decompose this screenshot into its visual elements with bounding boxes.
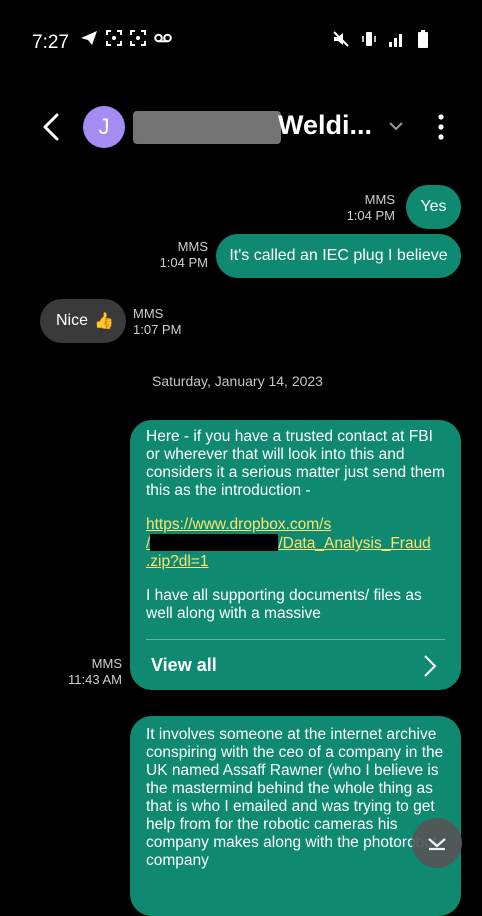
message-type: MMS [177,239,208,254]
back-arrow-icon[interactable] [38,112,64,142]
chevron-right-icon[interactable] [423,654,437,678]
message-type: MMS [91,656,122,671]
sent-message-bubble[interactable]: Yes [406,185,461,229]
dropbox-link[interactable]: https://www.dropbox.com/s //Data_Analysi… [146,516,445,571]
screenshot-icon [130,30,146,46]
message-text: Nice [56,312,89,329]
message-time: 1:07 PM [133,322,182,337]
message-meta: MMS 1:04 PM [148,239,208,271]
sent-message-bubble[interactable]: It involves someone at the internet arch… [130,716,461,916]
redacted-link-block [150,534,279,551]
telegram-icon [81,31,97,45]
redacted-name-block [133,111,281,144]
status-system-icons [332,30,428,48]
link-text[interactable]: https://www.dropbox.com/s [146,516,331,533]
message-time: 1:04 PM [346,208,395,223]
message-text: Yes [420,198,447,215]
signal-icon [389,34,402,47]
chevron-down-icon[interactable] [387,117,405,135]
message-time: 11:43 AM [68,672,122,687]
link-text[interactable]: /Data_Analysis_Fraud [278,535,431,552]
scroll-to-bottom-button[interactable] [412,818,462,868]
avatar-letter: J [98,114,110,139]
contact-name[interactable]: Weldi... [278,110,372,141]
message-meta: MMS 1:07 PM [133,306,181,338]
thumbs-up-emoji: 👍 [94,313,114,330]
sent-message-bubble[interactable]: Here - if you have a trusted contact at … [130,420,461,690]
date-separator: Saturday, January 14, 2023 [152,373,323,389]
contact-avatar[interactable]: J [83,106,125,148]
received-message-bubble[interactable]: Nice 👍 [40,299,126,343]
message-text: Here - if you have a trusted contact at … [146,428,445,499]
vibrate-icon [362,32,376,46]
message-type: MMS [364,192,395,207]
battery-icon [418,30,428,48]
voicemail-icon [154,33,172,43]
divider [146,639,445,640]
status-notification-icons [80,30,172,46]
message-text: It involves someone at the internet arch… [146,726,444,869]
more-options-icon[interactable] [438,113,444,141]
message-text: It's called an IEC plug I believe [229,247,448,264]
message-time: 1:04 PM [159,255,208,270]
mute-icon [333,31,349,47]
sent-message-bubble[interactable]: It's called an IEC plug I believe [216,234,461,278]
status-time: 7:27 [32,32,69,53]
message-type: MMS [133,306,164,321]
chevron-down-icon [428,838,446,851]
message-text: I have all supporting documents/ files a… [146,587,422,622]
message-meta: MMS 1:04 PM [340,192,395,224]
screenshot-icon [106,30,122,46]
message-meta: MMS 11:43 AM [60,656,122,688]
view-all-button[interactable]: View all [151,656,217,674]
link-text[interactable]: .zip?dl=1 [146,553,208,570]
